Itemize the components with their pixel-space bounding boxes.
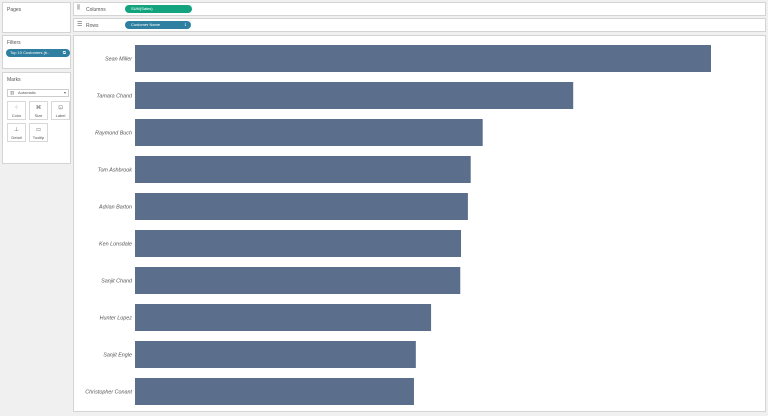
rows-icon: ☰ (77, 22, 83, 28)
color-button-label: Color (11, 113, 22, 118)
detail-icon: ⊥ (14, 127, 19, 133)
marks-title: Marks (7, 77, 21, 83)
bar-sean-miller[interactable] (135, 45, 711, 72)
filters-title: Filters (7, 40, 21, 46)
size-button[interactable]: ⌘ Size (29, 101, 48, 120)
detail-button-label: Detail (11, 135, 22, 140)
pages-panel: Pages (2, 2, 71, 33)
link-icon: ⧉ (62, 50, 66, 55)
bar-chart-icon: ▥ (10, 90, 15, 95)
sort-descending-icon: ⇂ (183, 22, 187, 27)
tooltip-button-label: Tooltip (32, 135, 45, 140)
bar-raymond-buch[interactable] (135, 119, 483, 146)
label-button[interactable]: ⊡ Label (51, 101, 70, 120)
bar-chart: Sean Miller Tamara Chand Raymond Buch Tom A… (85, 45, 711, 405)
bar-sanjit-engle[interactable] (135, 341, 416, 368)
columns-icon: ⫼ (77, 5, 80, 11)
mark-type-value: Automatic (18, 90, 36, 95)
chevron-down-icon: ▾ (63, 90, 66, 95)
category-label: Raymond Buch (95, 131, 132, 137)
bar-ken-lonsdale[interactable] (135, 230, 462, 257)
filter-pill-label: Top 10 Customers (b.. (10, 50, 50, 55)
bar-christopher-conant[interactable] (135, 378, 414, 405)
filters-panel: Filters Top 10 Customers (b.. ⧉ (2, 35, 71, 69)
category-label: Sanjit Engle (103, 353, 132, 359)
tooltip-icon: ▭ (35, 127, 42, 133)
bar-sanjit-chand[interactable] (135, 267, 461, 294)
bar-adrian-barton[interactable] (135, 193, 468, 220)
rows-shelf-label: Rows (86, 22, 99, 29)
chart-view: Sean Miller Tamara Chand Raymond Buch Tom A… (73, 35, 766, 412)
label-icon: ⊡ (58, 105, 63, 111)
label-button-label: Label (55, 113, 66, 118)
detail-button[interactable]: ⊥ Detail (7, 123, 26, 142)
bar-hunter-lopez[interactable] (135, 304, 432, 331)
rows-shelf[interactable]: ☰ Rows Customer Name ⇂ (73, 18, 766, 32)
category-label: Adrian Barton (98, 205, 132, 211)
rows-pill-label: Customer Name (131, 22, 161, 27)
color-button[interactable]: ⁘ Color (7, 101, 26, 120)
marks-panel: Marks ▥ Automatic ▾ ⁘ Color ⌘ Size ⊡ Lab… (2, 72, 71, 164)
pages-title: Pages (7, 7, 22, 13)
filter-pill-top-customers[interactable]: Top 10 Customers (b.. ⧉ (6, 49, 70, 57)
category-label: Sanjit Chand (101, 279, 133, 285)
columns-pill-label: SUM(Sales) (131, 6, 153, 11)
bar-tom-ashbrook[interactable] (135, 156, 471, 183)
tooltip-button[interactable]: ▭ Tooltip (29, 123, 48, 142)
bar-tamara-chand[interactable] (135, 82, 574, 109)
category-label: Sean Miller (105, 57, 132, 63)
color-icon: ⁘ (14, 105, 19, 111)
category-label: Christopher Conant (85, 390, 132, 396)
columns-pill-sum-sales[interactable]: SUM(Sales) (125, 5, 192, 13)
size-icon: ⌘ (35, 105, 42, 111)
category-label: Ken Lonsdale (99, 242, 132, 248)
columns-shelf[interactable]: ⫼ Columns SUM(Sales) (73, 2, 766, 16)
mark-type-select[interactable]: ▥ Automatic ▾ (7, 89, 69, 97)
size-button-label: Size (34, 113, 43, 118)
category-label: Hunter Lopez (100, 316, 133, 322)
rows-pill-customer-name[interactable]: Customer Name ⇂ (125, 21, 191, 29)
category-label: Tamara Chand (97, 94, 133, 100)
columns-shelf-label: Columns (86, 6, 106, 13)
category-label: Tom Ashbrook (98, 168, 133, 174)
